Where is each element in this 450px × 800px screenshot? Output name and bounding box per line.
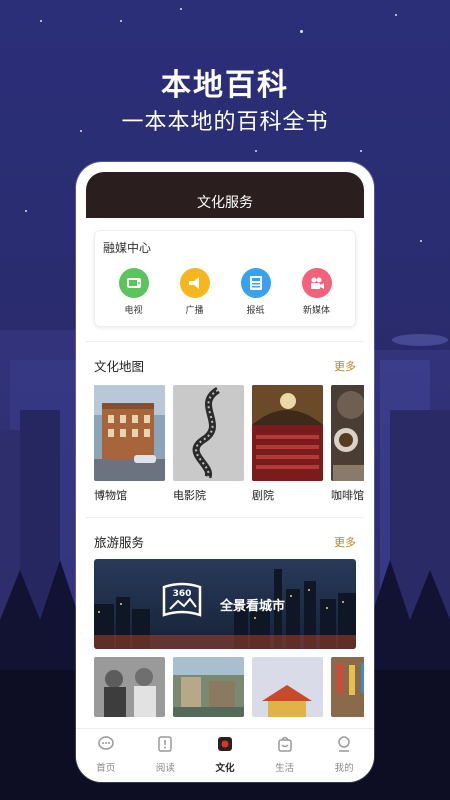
hero-title: 本地百科	[161, 68, 289, 103]
tab-label: 首页	[96, 763, 116, 774]
media-item-radio[interactable]: 广播	[169, 268, 221, 316]
culture-map-more-link[interactable]: 更多	[334, 358, 356, 374]
tab-label: 阅读	[155, 763, 175, 774]
tab-culture[interactable]: 文化	[203, 735, 247, 782]
tab-read[interactable]: 阅读	[143, 735, 187, 782]
media-label: 新媒体	[302, 306, 330, 316]
travel-item-image[interactable]	[94, 657, 165, 717]
panorama-banner-text: 全景看城市	[220, 599, 286, 614]
media-center-title: 融媒中心	[103, 241, 152, 255]
media-item-tv[interactable]: 电视	[108, 268, 160, 316]
tab-label: 我的	[334, 763, 354, 774]
tab-label: 生活	[275, 763, 295, 774]
media-item-new-media[interactable]: 新媒体	[291, 268, 343, 316]
culture-map-title: 文化地图	[94, 359, 145, 374]
culture-map-label: 电影院	[173, 489, 206, 502]
media-label: 电视	[124, 306, 143, 316]
home-chat-icon	[98, 736, 114, 750]
culture-map-item-cafe[interactable]: 咖啡馆	[331, 385, 364, 503]
tab-label: 文化	[215, 763, 235, 774]
divider	[86, 341, 364, 342]
theater-image	[252, 385, 323, 481]
media-label: 广播	[185, 306, 204, 316]
tv-icon	[118, 268, 149, 298]
panorama-banner[interactable]: 360 全景看城市	[94, 559, 356, 649]
tab-me[interactable]: 我的	[322, 735, 366, 782]
culture-map-item-theater[interactable]: 剧院	[252, 385, 323, 503]
culture-map-label: 博物馆	[94, 489, 127, 502]
app-screen: 文化服务 融媒中心 电视 广播 报纸 新媒体 文化地图 更多 博物馆 电影院 剧…	[86, 172, 364, 782]
cafe-image	[331, 385, 364, 481]
camera-icon	[301, 268, 332, 298]
travel-title: 旅游服务	[94, 535, 145, 550]
culture-map-item-cinema[interactable]: 电影院	[173, 385, 244, 503]
culture-icon	[217, 737, 232, 751]
panorama-360-icon: 360	[162, 582, 202, 617]
travel-item-image[interactable]	[173, 657, 244, 717]
life-bag-icon	[277, 736, 292, 752]
travel-more-link[interactable]: 更多	[334, 534, 356, 550]
hero-subtitle: 一本本地的百科全书	[121, 110, 329, 135]
read-icon	[158, 736, 173, 752]
media-center-card: 融媒中心 电视 广播 报纸 新媒体	[94, 230, 356, 327]
profile-icon	[338, 736, 350, 752]
panorama-badge-text: 360	[173, 589, 192, 599]
cinema-image	[173, 385, 244, 481]
tab-home[interactable]: 首页	[84, 735, 128, 782]
culture-map-label: 咖啡馆	[331, 489, 364, 502]
travel-item-image[interactable]	[252, 657, 323, 717]
app-header-title: 文化服务	[86, 172, 364, 218]
broadcast-icon	[179, 268, 210, 298]
culture-map-item-museum[interactable]: 博物馆	[94, 385, 165, 503]
newspaper-icon	[240, 268, 271, 298]
phone-mockup: 文化服务 融媒中心 电视 广播 报纸 新媒体 文化地图 更多 博物馆 电影院 剧…	[76, 162, 374, 782]
divider	[86, 517, 364, 518]
media-item-newspaper[interactable]: 报纸	[230, 268, 282, 316]
museum-image	[94, 385, 165, 481]
bottom-tab-bar: 首页 阅读 文化 生活 我的	[76, 728, 374, 782]
travel-item-image[interactable]	[331, 657, 364, 717]
media-label: 报纸	[246, 306, 265, 316]
culture-map-label: 剧院	[252, 489, 274, 502]
tab-life[interactable]: 生活	[263, 735, 307, 782]
